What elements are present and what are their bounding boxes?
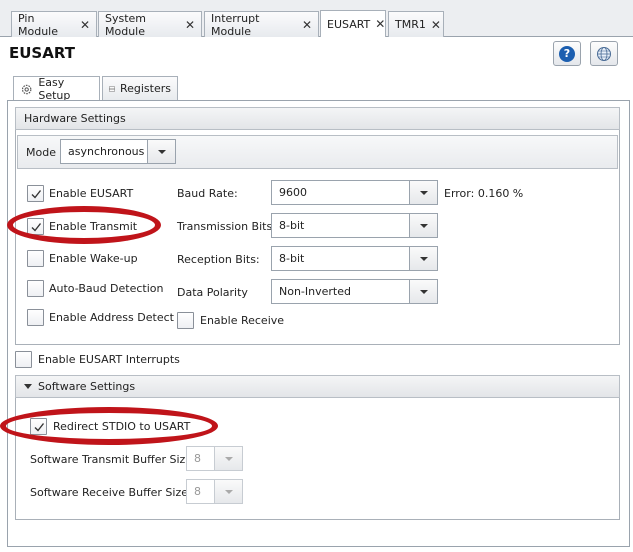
reception-bits-label: Reception Bits: — [177, 253, 260, 266]
reception-bits-select[interactable]: 8-bit — [271, 246, 438, 271]
tab-system-module[interactable]: System Module ✕ — [98, 11, 202, 38]
software-settings-header[interactable]: Software Settings — [15, 375, 620, 398]
baud-rate-select[interactable]: 9600 — [271, 180, 438, 205]
enable-eusart-checkbox[interactable] — [27, 185, 44, 202]
section-title: Software Settings — [38, 380, 136, 393]
tab-registers[interactable]: Registers — [102, 76, 178, 100]
tab-label: Pin Module — [18, 11, 58, 38]
tab-label: Easy Setup — [38, 76, 71, 102]
highlight-ring-transmit — [7, 206, 161, 244]
tx-buffer-label: Software Transmit Buffer Size — [30, 453, 193, 466]
web-button[interactable] — [590, 41, 618, 66]
close-icon[interactable]: ✕ — [302, 18, 312, 32]
enable-wakeup-checkbox[interactable] — [27, 250, 44, 267]
check-icon — [31, 189, 41, 199]
transmission-bits-value: 8-bit — [279, 219, 305, 232]
chevron-down-icon[interactable] — [409, 214, 437, 237]
enable-address-detect-label: Enable Address Detect — [49, 311, 174, 324]
reception-bits-value: 8-bit — [279, 252, 305, 265]
baud-rate-label: Baud Rate: — [177, 187, 238, 200]
tx-buffer-value: 8 — [194, 452, 201, 465]
close-icon[interactable]: ✕ — [80, 18, 90, 32]
tab-easy-setup[interactable]: Easy Setup — [13, 76, 100, 102]
mode-value: asynchronous — [68, 145, 145, 158]
highlight-ring-redirect — [0, 407, 218, 445]
enable-interrupts-checkbox[interactable] — [15, 351, 32, 368]
document-tab-strip: Pin Module ✕ System Module ✕ Interrupt M… — [0, 0, 633, 38]
chevron-down-icon[interactable] — [409, 280, 437, 303]
enable-wakeup-label: Enable Wake-up — [49, 252, 138, 265]
mode-label: Mode — [26, 146, 56, 159]
chevron-down-icon[interactable] — [214, 447, 242, 470]
mode-select[interactable]: asynchronous — [60, 139, 176, 164]
tab-tmr1[interactable]: TMR1 ✕ — [388, 11, 444, 37]
globe-icon — [597, 46, 611, 61]
help-icon: ? — [559, 45, 575, 62]
chevron-down-icon[interactable] — [147, 140, 175, 163]
tab-label: EUSART — [327, 17, 371, 31]
help-button[interactable]: ? — [553, 41, 581, 66]
close-icon[interactable]: ✕ — [375, 17, 385, 31]
rx-buffer-select[interactable]: 8 — [186, 479, 243, 504]
error-text: Error: 0.160 % — [444, 187, 524, 200]
enable-interrupts-label: Enable EUSART Interrupts — [38, 353, 180, 366]
baud-rate-value: 9600 — [279, 186, 307, 199]
tab-interrupt-module[interactable]: Interrupt Module ✕ — [204, 11, 319, 38]
close-icon[interactable]: ✕ — [185, 18, 195, 32]
transmission-bits-select[interactable]: 8-bit — [271, 213, 438, 238]
collapse-triangle-icon — [24, 384, 32, 389]
chevron-down-icon[interactable] — [409, 247, 437, 270]
hardware-settings-header: Hardware Settings — [15, 107, 620, 130]
tab-pin-module[interactable]: Pin Module ✕ — [11, 11, 97, 38]
tab-label: Registers — [119, 82, 171, 95]
transmission-bits-label: Transmission Bits: — [177, 220, 276, 233]
rx-buffer-label: Software Receive Buffer Size — [30, 486, 189, 499]
tab-eusart[interactable]: EUSART ✕ — [320, 10, 386, 37]
page-title: EUSART — [9, 44, 75, 62]
data-polarity-value: Non-Inverted — [279, 285, 351, 298]
table-icon — [109, 85, 115, 92]
gear-icon — [21, 84, 32, 94]
auto-baud-label: Auto-Baud Detection — [49, 282, 164, 295]
close-icon[interactable]: ✕ — [431, 18, 441, 32]
tx-buffer-select[interactable]: 8 — [186, 446, 243, 471]
enable-receive-checkbox[interactable] — [177, 312, 194, 329]
section-title: Hardware Settings — [24, 112, 126, 125]
auto-baud-checkbox[interactable] — [27, 280, 44, 297]
enable-receive-label: Enable Receive — [200, 314, 285, 327]
data-polarity-select[interactable]: Non-Inverted — [271, 279, 438, 304]
tab-label: System Module — [105, 11, 147, 38]
chevron-down-icon[interactable] — [409, 181, 437, 204]
enable-eusart-label: Enable EUSART — [49, 187, 134, 200]
chevron-down-icon[interactable] — [214, 480, 242, 503]
data-polarity-label: Data Polarity — [177, 286, 248, 299]
enable-address-detect-checkbox[interactable] — [27, 309, 44, 326]
tab-label: TMR1 — [395, 18, 426, 31]
tab-label: Interrupt Module — [211, 11, 260, 38]
rx-buffer-value: 8 — [194, 485, 201, 498]
